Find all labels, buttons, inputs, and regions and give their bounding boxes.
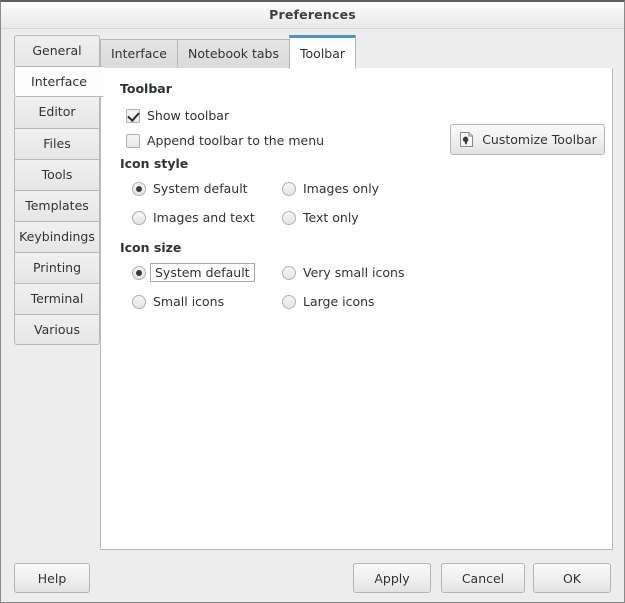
append-toolbar-row[interactable]: Append toolbar to the menu (126, 133, 324, 148)
sidebar-item-general[interactable]: General (14, 35, 100, 66)
icon-size-large-label: Large icons (303, 294, 375, 309)
icon-size-very-small-row[interactable]: Very small icons (282, 265, 404, 280)
show-toolbar-row[interactable]: Show toolbar (126, 108, 229, 123)
icon-style-text-only-radio[interactable] (282, 211, 296, 225)
icon-size-group-heading: Icon size (120, 240, 181, 255)
sidebar-item-files[interactable]: Files (14, 128, 100, 159)
icon-style-text-only-label: Text only (303, 210, 359, 225)
icon-size-system-default-radio[interactable] (132, 266, 146, 280)
preferences-window: Preferences General Interface Editor Fil… (0, 0, 625, 603)
customize-toolbar-icon (458, 131, 475, 148)
icon-style-text-only-row[interactable]: Text only (282, 210, 359, 225)
notebook-tabrow: Interface Notebook tabs Toolbar (100, 35, 613, 69)
dialog-action-bar: Help Apply Cancel OK (1, 555, 624, 602)
apply-button[interactable]: Apply (353, 563, 431, 593)
icon-size-small-row[interactable]: Small icons (132, 294, 224, 309)
icon-style-group-heading: Icon style (120, 156, 188, 171)
show-toolbar-checkbox[interactable] (126, 109, 140, 123)
icon-style-images-and-text-label: Images and text (153, 210, 255, 225)
ok-button[interactable]: OK (533, 563, 611, 593)
sidebar-item-interface[interactable]: Interface (14, 66, 104, 97)
window-title: Preferences (1, 7, 624, 22)
icon-size-very-small-label: Very small icons (303, 265, 404, 280)
tab-toolbar[interactable]: Toolbar (289, 35, 356, 69)
icon-size-large-radio[interactable] (282, 295, 296, 309)
tab-interface[interactable]: Interface (100, 39, 178, 69)
icon-style-system-default-radio[interactable] (132, 182, 146, 196)
interface-notebook: Interface Notebook tabs Toolbar Toolbar … (100, 35, 613, 550)
icon-size-small-radio[interactable] (132, 295, 146, 309)
sidebar-item-various[interactable]: Various (14, 314, 100, 345)
help-button[interactable]: Help (14, 563, 90, 593)
category-sidebar: General Interface Editor Files Tools Tem… (14, 35, 100, 345)
sidebar-item-keybindings[interactable]: Keybindings (14, 221, 100, 252)
icon-style-images-and-text-radio[interactable] (132, 211, 146, 225)
window-titlebar: Preferences (1, 2, 624, 29)
icon-size-system-default-label: System default (155, 265, 250, 280)
toolbar-group-heading: Toolbar (120, 81, 172, 96)
icon-style-images-and-text-row[interactable]: Images and text (132, 210, 255, 225)
icon-style-images-only-row[interactable]: Images only (282, 181, 379, 196)
tab-notebook-tabs[interactable]: Notebook tabs (177, 39, 290, 69)
customize-toolbar-label: Customize Toolbar (482, 132, 597, 147)
append-toolbar-checkbox[interactable] (126, 134, 140, 148)
icon-style-system-default-row[interactable]: System default (132, 181, 248, 196)
icon-size-very-small-radio[interactable] (282, 266, 296, 280)
customize-toolbar-button[interactable]: Customize Toolbar (450, 124, 605, 155)
icon-style-images-only-label: Images only (303, 181, 379, 196)
icon-size-system-default-row[interactable]: System default (132, 263, 255, 282)
icon-size-large-row[interactable]: Large icons (282, 294, 375, 309)
sidebar-item-templates[interactable]: Templates (14, 190, 100, 221)
sidebar-item-printing[interactable]: Printing (14, 252, 100, 283)
cancel-button[interactable]: Cancel (441, 563, 525, 593)
sidebar-item-tools[interactable]: Tools (14, 159, 100, 190)
sidebar-item-terminal[interactable]: Terminal (14, 283, 100, 314)
icon-size-small-label: Small icons (153, 294, 224, 309)
toolbar-settings-page: Toolbar Show toolbar Append toolbar to t… (100, 68, 613, 550)
sidebar-item-editor[interactable]: Editor (14, 97, 100, 128)
icon-style-images-only-radio[interactable] (282, 182, 296, 196)
append-toolbar-label: Append toolbar to the menu (147, 133, 324, 148)
icon-style-system-default-label: System default (153, 181, 248, 196)
show-toolbar-label: Show toolbar (147, 108, 229, 123)
icon-size-system-default-focus-outline: System default (150, 263, 255, 282)
